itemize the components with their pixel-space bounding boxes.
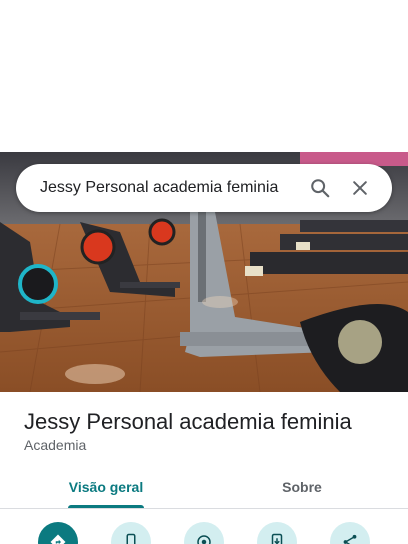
share-icon: [341, 522, 359, 544]
search-input[interactable]: Jessy Personal academia feminia: [40, 179, 300, 197]
phone-icon: [122, 522, 140, 544]
tab-bar: Visão geral Sobre: [0, 466, 408, 509]
place-category[interactable]: Academia: [24, 437, 86, 453]
save-to-phone-icon: [268, 522, 286, 544]
place-title: Jessy Personal academia feminia: [24, 409, 352, 434]
nearby-button[interactable]: [184, 522, 224, 544]
directions-icon: [49, 522, 67, 544]
tab-about[interactable]: Sobre: [236, 466, 368, 508]
tab-overview[interactable]: Visão geral: [40, 466, 172, 508]
blank-top-area: [0, 0, 408, 152]
search-icon[interactable]: [300, 168, 340, 208]
directions-button[interactable]: [38, 522, 78, 544]
call-button[interactable]: [111, 522, 151, 544]
send-to-phone-button[interactable]: [257, 522, 297, 544]
close-icon[interactable]: [340, 168, 380, 208]
share-button[interactable]: [330, 522, 370, 544]
active-tab-indicator: [68, 505, 144, 508]
action-buttons: [0, 520, 408, 544]
location-icon: [195, 522, 213, 544]
search-bar[interactable]: Jessy Personal academia feminia: [16, 164, 392, 212]
